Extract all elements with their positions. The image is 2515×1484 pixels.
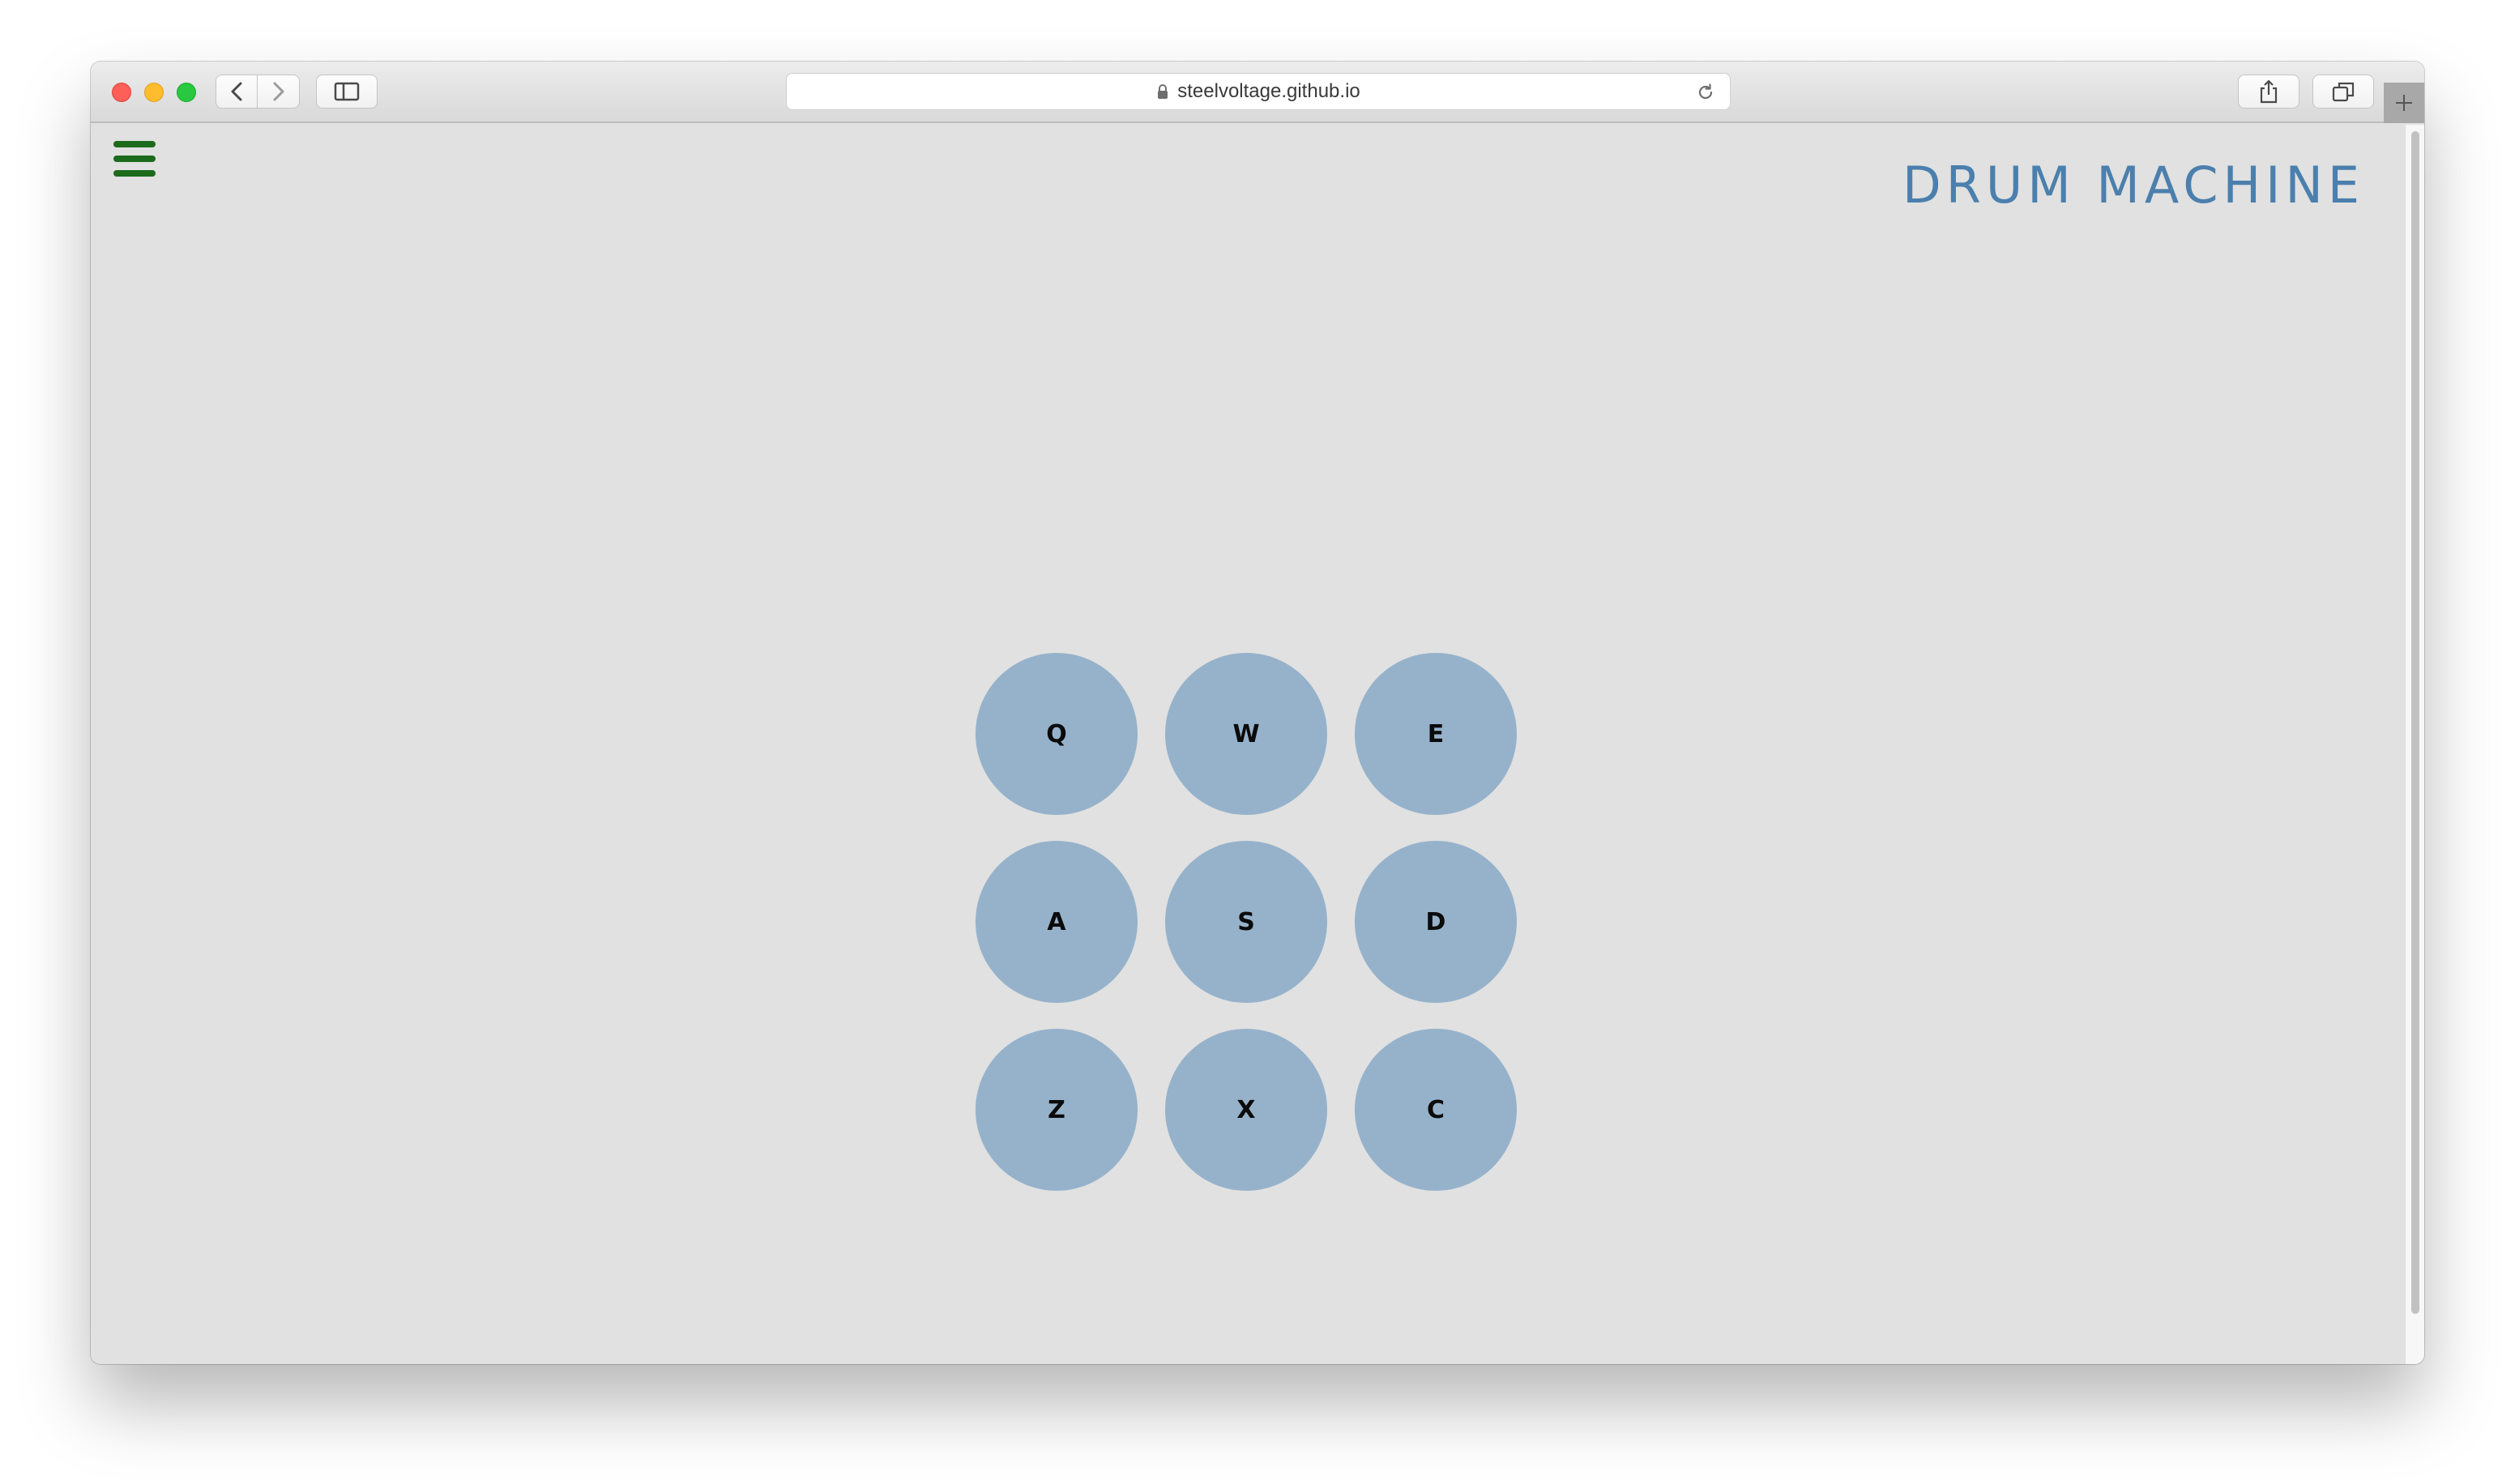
browser-window: steelvoltage.github.io DRUM MACHINE Q W … <box>91 62 2424 1364</box>
back-button[interactable] <box>216 75 258 108</box>
drum-pad-q[interactable]: Q <box>976 653 1138 815</box>
reload-icon[interactable] <box>1696 83 1715 102</box>
page-title: DRUM MACHINE <box>1902 156 2364 215</box>
menu-bar <box>113 156 156 162</box>
hamburger-menu-icon[interactable] <box>113 141 156 177</box>
new-tab-button[interactable] <box>2384 83 2424 123</box>
drum-pad-s[interactable]: S <box>1165 841 1327 1003</box>
drum-pad-c[interactable]: C <box>1355 1029 1517 1191</box>
menu-bar <box>113 170 156 177</box>
tab-overview-button[interactable] <box>2312 75 2374 109</box>
tabs-icon <box>2332 82 2355 102</box>
address-bar[interactable]: steelvoltage.github.io <box>786 73 1731 110</box>
page-content: DRUM MACHINE Q W E A S D Z X C <box>91 125 2405 1364</box>
share-icon <box>2260 79 2278 104</box>
menu-bar <box>113 141 156 147</box>
drum-pad-e[interactable]: E <box>1355 653 1517 815</box>
drum-pad-d[interactable]: D <box>1355 841 1517 1003</box>
share-button[interactable] <box>2238 75 2299 109</box>
sidebar-toggle-button[interactable] <box>316 75 378 109</box>
minimize-window-button[interactable] <box>144 83 164 102</box>
plus-icon <box>2396 95 2412 111</box>
lock-icon <box>1158 84 1168 99</box>
scrollbar-thumb[interactable] <box>2411 131 2419 1314</box>
drum-pad-w[interactable]: W <box>1165 653 1327 815</box>
chevron-right-icon <box>273 82 284 101</box>
drum-pad-a[interactable]: A <box>976 841 1138 1003</box>
browser-toolbar: steelvoltage.github.io <box>91 62 2424 123</box>
url-text: steelvoltage.github.io <box>1177 80 1360 102</box>
drum-pad-grid: Q W E A S D Z X C <box>976 653 1517 1194</box>
close-window-button[interactable] <box>112 83 131 102</box>
maximize-window-button[interactable] <box>177 83 196 102</box>
navigation-buttons <box>216 75 300 109</box>
chevron-left-icon <box>231 82 242 101</box>
forward-button[interactable] <box>258 75 299 108</box>
vertical-scrollbar[interactable] <box>2405 125 2424 1364</box>
drum-pad-x[interactable]: X <box>1165 1029 1327 1191</box>
drum-pad-z[interactable]: Z <box>976 1029 1138 1191</box>
sidebar-icon <box>334 82 360 101</box>
